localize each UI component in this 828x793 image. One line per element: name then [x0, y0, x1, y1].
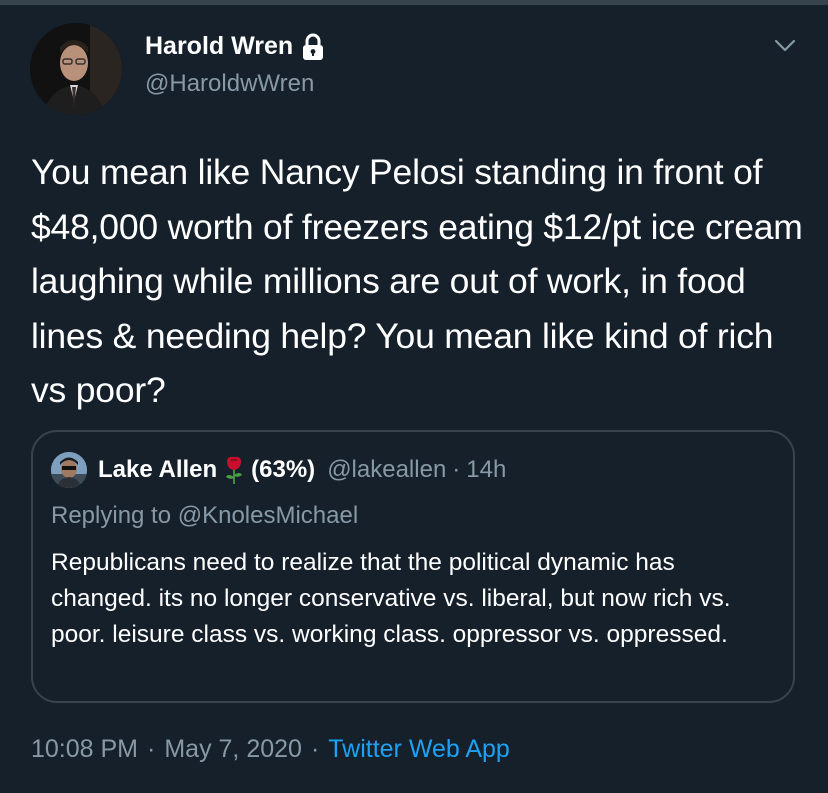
quoted-tweet-header: Lake Allen (63%) @lakeallen · 14h [51, 452, 506, 488]
meta-separator: · [147, 735, 156, 763]
top-divider [0, 0, 828, 5]
meta-separator-2: · [310, 735, 320, 763]
quoted-author-suffix: (63%) [251, 456, 316, 483]
quoted-author-handle: @lakeallen [327, 456, 447, 483]
avatar-photo [30, 23, 122, 115]
tweet-time[interactable]: 10:08 PM [31, 735, 138, 763]
quoted-separator: · [452, 456, 461, 483]
quoted-author-name: Lake Allen [98, 456, 218, 483]
tweet-date[interactable]: May 7, 2020 [164, 735, 302, 763]
quoted-timestamp: 14h [466, 456, 507, 483]
quoted-author-avatar [51, 452, 87, 488]
author-name-row: Harold Wren [145, 32, 326, 61]
author-handle[interactable]: @HaroldwWren [145, 70, 314, 98]
lock-icon [300, 33, 326, 61]
author-display-name[interactable]: Harold Wren [145, 32, 293, 61]
chevron-down-icon[interactable] [772, 34, 798, 56]
quoted-tweet-card[interactable]: Lake Allen (63%) @lakeallen · 14h Replyi… [31, 430, 795, 703]
replying-to-line: Replying to @KnolesMichael [51, 502, 359, 529]
tweet-source-link[interactable]: Twitter Web App [328, 735, 510, 763]
quoted-tweet-text: Republicans need to realize that the pol… [51, 549, 731, 648]
tweet-text: You mean like Nancy Pelosi standing in f… [31, 152, 803, 410]
author-avatar[interactable] [30, 23, 122, 115]
tweet-meta: 10:08 PM · May 7, 2020 · Twitter Web App [31, 735, 510, 764]
rose-icon [221, 455, 247, 485]
